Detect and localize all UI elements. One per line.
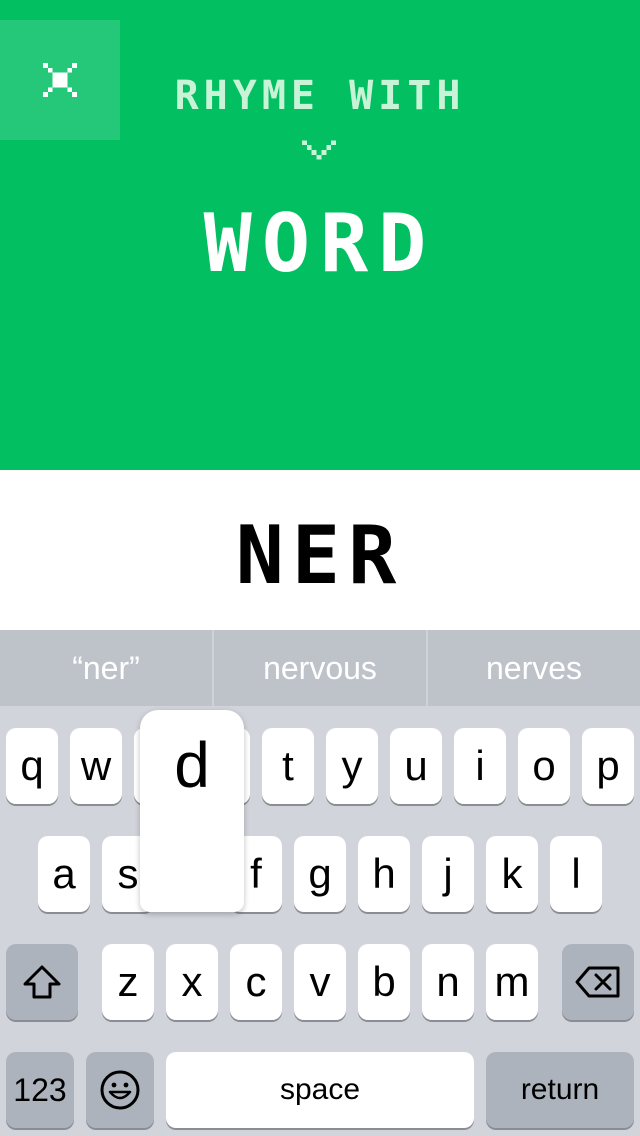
suggestion-item[interactable]: nervous: [214, 630, 428, 706]
answer-input[interactable]: NER: [0, 510, 640, 602]
key-h[interactable]: h: [358, 836, 410, 912]
shift-key[interactable]: [6, 944, 78, 1020]
emoji-key[interactable]: [86, 1052, 154, 1128]
key-u[interactable]: u: [390, 728, 442, 804]
shift-icon: [23, 965, 61, 999]
key-b[interactable]: b: [358, 944, 410, 1020]
delete-key[interactable]: [562, 944, 634, 1020]
key-i[interactable]: i: [454, 728, 506, 804]
key-m[interactable]: m: [486, 944, 538, 1020]
chevron-down-icon: [302, 140, 336, 160]
suggestion-bar: “ner” nervous nerves: [0, 630, 640, 706]
key-p[interactable]: p: [582, 728, 634, 804]
emoji-icon: [100, 1070, 140, 1110]
key-c[interactable]: c: [230, 944, 282, 1020]
key-t[interactable]: t: [262, 728, 314, 804]
prompt-panel: RHYME WITH WORD: [0, 0, 640, 470]
target-word: WORD: [203, 197, 437, 290]
return-key[interactable]: return: [486, 1052, 634, 1128]
numbers-key[interactable]: 123: [6, 1052, 74, 1128]
key-x[interactable]: x: [166, 944, 218, 1020]
prompt-label: RHYME WITH: [174, 73, 466, 119]
key-y[interactable]: y: [326, 728, 378, 804]
keyboard: “ner” nervous nerves q w e r t y u i o p…: [0, 630, 640, 1136]
key-q[interactable]: q: [6, 728, 58, 804]
key-k[interactable]: k: [486, 836, 538, 912]
key-d-pressed-popup[interactable]: d: [140, 710, 244, 912]
key-w[interactable]: w: [70, 728, 122, 804]
key-l[interactable]: l: [550, 836, 602, 912]
key-n[interactable]: n: [422, 944, 474, 1020]
key-v[interactable]: v: [294, 944, 346, 1020]
pressed-key-label: d: [174, 729, 210, 801]
key-g[interactable]: g: [294, 836, 346, 912]
key-o[interactable]: o: [518, 728, 570, 804]
suggestion-item[interactable]: “ner”: [0, 630, 214, 706]
key-z[interactable]: z: [102, 944, 154, 1020]
space-key[interactable]: space: [166, 1052, 474, 1128]
key-j[interactable]: j: [422, 836, 474, 912]
delete-icon: [575, 966, 620, 998]
key-a[interactable]: a: [38, 836, 90, 912]
suggestion-item[interactable]: nerves: [428, 630, 640, 706]
